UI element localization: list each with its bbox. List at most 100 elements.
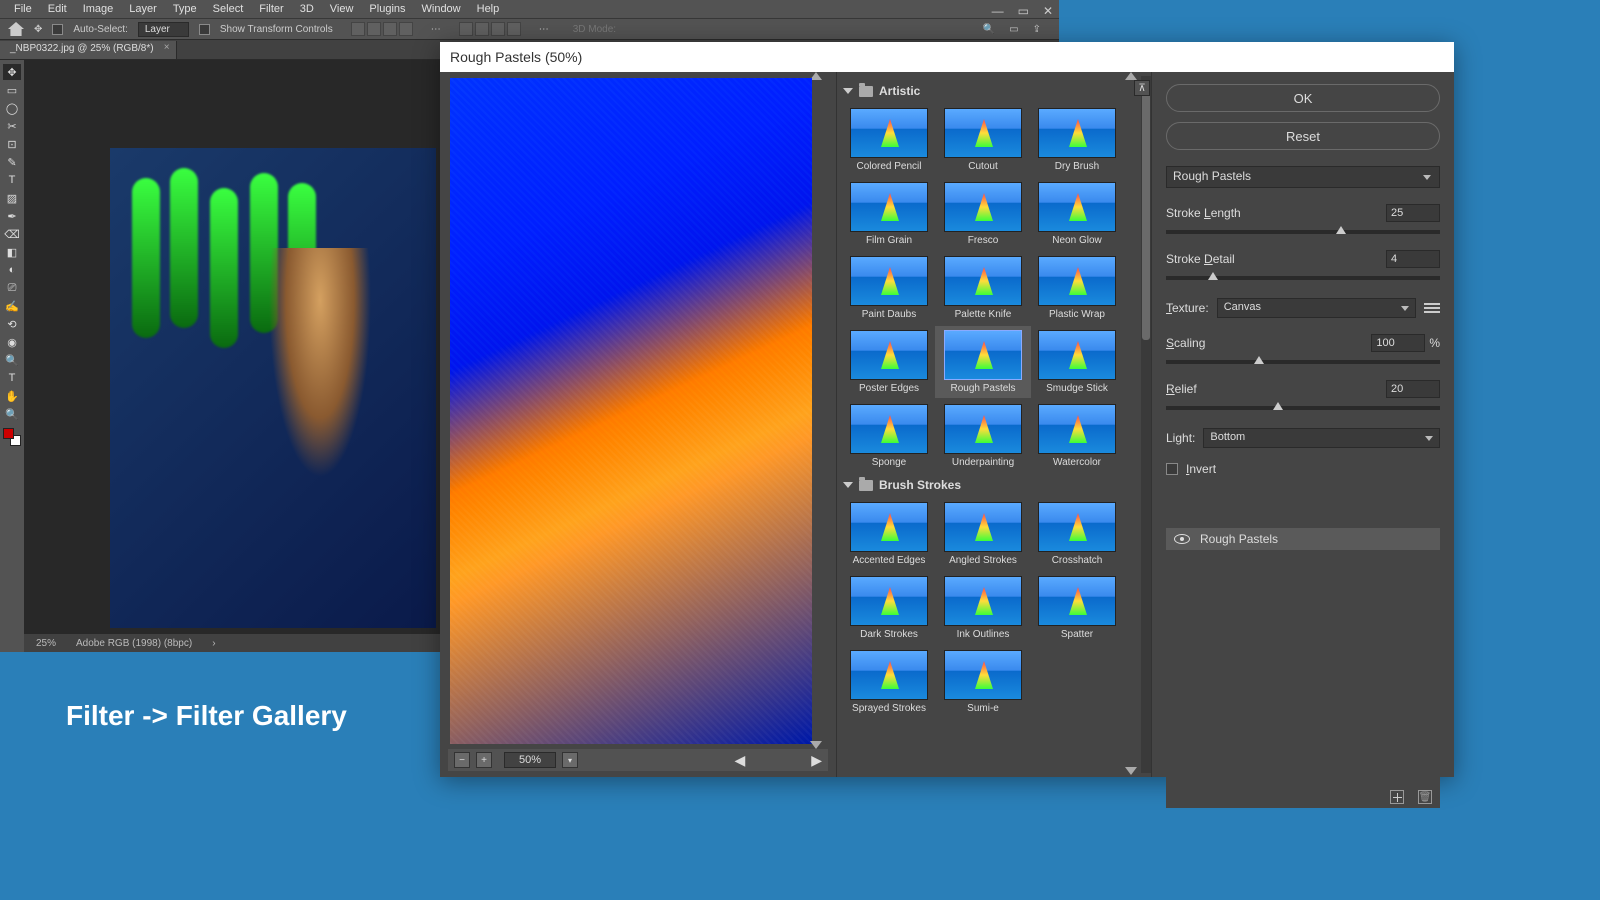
menu-window[interactable]: Window [414,1,469,17]
chevron-right-icon[interactable]: › [212,638,215,649]
align-btn[interactable] [491,22,505,36]
menu-select[interactable]: Select [205,1,252,17]
delete-effect-layer-button[interactable]: 🗑 [1418,790,1432,804]
tool-12[interactable]: ⎚ [3,280,21,296]
texture-select[interactable]: Canvas [1217,298,1416,318]
stroke-detail-slider[interactable] [1166,276,1440,280]
align-btn[interactable] [399,22,413,36]
filter-thumb-accented-edges[interactable]: Accented Edges [845,502,933,566]
filter-thumb-sprayed-strokes[interactable]: Sprayed Strokes [845,650,933,714]
filter-thumb-sumi-e[interactable]: Sumi-e [939,650,1027,714]
filter-thumb-ink-outlines[interactable]: Ink Outlines [939,576,1027,640]
tool-2[interactable]: ◯ [3,100,21,116]
relief-input[interactable] [1386,380,1440,398]
move-tool-icon[interactable]: ✥ [34,24,42,35]
menu-3d[interactable]: 3D [292,1,322,17]
texture-menu-icon[interactable] [1424,303,1440,313]
filter-thumb-plastic-wrap[interactable]: Plastic Wrap [1033,256,1121,320]
canvas[interactable] [110,148,436,628]
scaling-slider[interactable] [1166,360,1440,364]
filter-thumb-crosshatch[interactable]: Crosshatch [1033,502,1121,566]
tool-15[interactable]: ◉ [3,334,21,350]
menu-image[interactable]: Image [75,1,122,17]
menu-help[interactable]: Help [469,1,508,17]
filter-thumb-palette-knife[interactable]: Palette Knife [939,256,1027,320]
menu-edit[interactable]: Edit [40,1,75,17]
tool-9[interactable]: ⌫ [3,226,21,242]
zoom-dropdown[interactable]: ▾ [562,752,578,768]
filter-thumb-colored-pencil[interactable]: Colored Pencil [845,108,933,172]
share-icon[interactable]: ⇪ [1033,24,1041,35]
reset-button[interactable]: Reset [1166,122,1440,150]
zoom-value[interactable]: 50% [504,752,556,768]
filter-thumb-rough-pastels[interactable]: Rough Pastels [935,326,1031,398]
scroll-down-icon[interactable] [1125,767,1137,775]
collapse-categories-button[interactable]: ⊼ [1134,80,1150,96]
menu-type[interactable]: Type [165,1,205,17]
maximize-button[interactable]: ▭ [1018,4,1029,18]
category-brush-strokes[interactable]: Brush Strokes [841,474,1147,496]
tool-6[interactable]: T [3,172,21,188]
nav-prev-icon[interactable]: ◀ [734,752,745,769]
tool-7[interactable]: ▨ [3,190,21,206]
filter-thumb-spatter[interactable]: Spatter [1033,576,1121,640]
home-icon[interactable] [8,22,24,36]
filter-thumb-poster-edges[interactable]: Poster Edges [845,330,933,394]
more-icon[interactable]: ⋯ [539,24,549,35]
align-btn[interactable] [475,22,489,36]
align-btn[interactable] [351,22,365,36]
menu-file[interactable]: File [6,1,40,17]
filter-thumb-watercolor[interactable]: Watercolor [1033,404,1121,468]
category-scrollbar[interactable] [1141,76,1151,773]
search-icon[interactable]: 🔍 [983,24,995,35]
filter-thumb-sponge[interactable]: Sponge [845,404,933,468]
tool-4[interactable]: ⊡ [3,136,21,152]
filter-select[interactable]: Rough Pastels [1166,166,1440,188]
scroll-down-icon[interactable] [810,741,822,749]
document-tab[interactable]: _NBP0322.jpg @ 25% (RGB/8*) [0,41,177,59]
autoselect-checkbox[interactable] [52,24,63,35]
stroke-length-input[interactable] [1386,204,1440,222]
tool-3[interactable]: ✂ [3,118,21,134]
filter-thumb-underpainting[interactable]: Underpainting [939,404,1027,468]
tool-14[interactable]: ⟲ [3,316,21,332]
align-btn[interactable] [459,22,473,36]
nav-next-icon[interactable]: ▶ [811,752,822,769]
scrollbar-thumb[interactable] [1142,80,1150,340]
menu-layer[interactable]: Layer [121,1,165,17]
preview-image[interactable] [450,78,812,744]
more-icon[interactable]: ⋯ [431,24,441,35]
align-btn[interactable] [507,22,521,36]
filter-thumb-dark-strokes[interactable]: Dark Strokes [845,576,933,640]
filter-thumb-fresco[interactable]: Fresco [939,182,1027,246]
tool-5[interactable]: ✎ [3,154,21,170]
filter-thumb-neon-glow[interactable]: Neon Glow [1033,182,1121,246]
transform-checkbox[interactable] [199,24,210,35]
menu-view[interactable]: View [322,1,362,17]
tool-18[interactable]: ✋ [3,388,21,404]
visibility-icon[interactable] [1174,534,1190,544]
tool-11[interactable]: ◐ [3,262,21,278]
effect-layer-row[interactable]: Rough Pastels [1166,528,1440,550]
menu-filter[interactable]: Filter [251,1,291,17]
align-btn[interactable] [367,22,381,36]
filter-thumb-cutout[interactable]: Cutout [939,108,1027,172]
tool-17[interactable]: T [3,370,21,386]
filter-thumb-film-grain[interactable]: Film Grain [845,182,933,246]
filter-thumb-angled-strokes[interactable]: Angled Strokes [939,502,1027,566]
zoom-in-button[interactable]: + [476,752,492,768]
layer-dropdown[interactable]: Layer [138,22,189,37]
invert-checkbox[interactable] [1166,463,1178,475]
category-artistic[interactable]: Artistic [841,80,1147,102]
tool-1[interactable]: ▭ [3,82,21,98]
minimize-button[interactable]: — [992,4,1004,18]
tool-8[interactable]: ✒ [3,208,21,224]
tool-13[interactable]: ✍ [3,298,21,314]
relief-slider[interactable] [1166,406,1440,410]
workspace-icon[interactable]: ▭ [1009,24,1018,35]
scroll-up-icon[interactable] [1125,72,1137,80]
tool-10[interactable]: ◧ [3,244,21,260]
fg-bg-swatch[interactable] [3,428,21,446]
zoom-out-button[interactable]: − [454,752,470,768]
tool-16[interactable]: 🔍 [3,352,21,368]
